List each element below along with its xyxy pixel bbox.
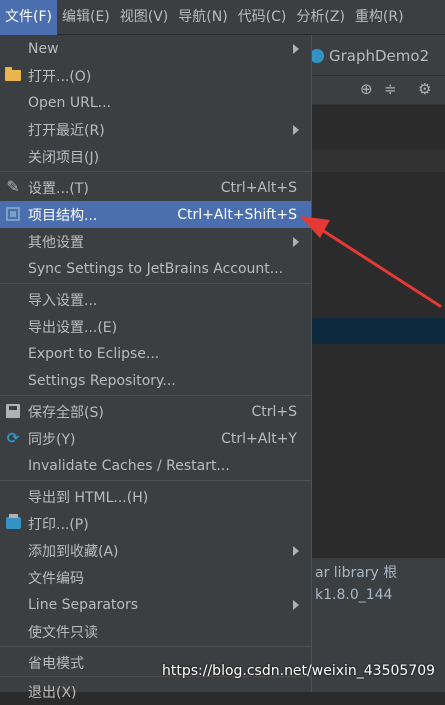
menu-code[interactable]: 代码(C) [233, 0, 292, 35]
menu-item-close-project[interactable]: 关闭项目(J) [0, 143, 311, 170]
submenu-arrow-icon [293, 236, 299, 247]
submenu-arrow-icon [293, 545, 299, 556]
watermark-text: https://blog.csdn.net/weixin_43505709 [162, 663, 436, 679]
menu-item-sync-settings[interactable]: Sync Settings to JetBrains Account... [0, 255, 311, 282]
collapse-icon[interactable]: ≑ [384, 80, 397, 98]
editor-tab-label: GraphDemo2 [329, 47, 430, 65]
sync-icon: ⟳ [6, 429, 20, 447]
file-menu-dropdown: New 打开...(O) Open URL... 打开最近(R) 关闭项目(J)… [0, 35, 312, 701]
menu-navigate[interactable]: 导航(N) [173, 0, 232, 35]
menu-item-open-recent[interactable]: 打开最近(R) [0, 116, 311, 143]
menu-item-import-settings[interactable]: 导入设置... [0, 286, 311, 313]
menu-separator [0, 480, 311, 481]
menu-item-print[interactable]: 打印...(P) [0, 510, 311, 537]
submenu-arrow-icon [293, 43, 299, 54]
menu-separator [0, 646, 311, 647]
jdk-version-text: k1.8.0_144 [315, 587, 393, 603]
menu-refactor[interactable]: 重构(R) [350, 0, 409, 35]
submenu-arrow-icon [293, 599, 299, 610]
submenu-arrow-icon [293, 124, 299, 135]
menu-item-add-to-favorites[interactable]: 添加到收藏(A) [0, 537, 311, 564]
save-icon [4, 402, 22, 420]
menu-separator [0, 395, 311, 396]
class-icon [310, 49, 324, 63]
main-menubar: 文件(F) 编辑(E) 视图(V) 导航(N) 代码(C) 分析(Z) 重构(R… [0, 0, 445, 35]
menu-item-other-settings[interactable]: 其他设置 [0, 228, 311, 255]
menu-item-invalidate-caches[interactable]: Invalidate Caches / Restart... [0, 452, 311, 479]
menu-item-export-settings[interactable]: 导出设置...(E) [0, 313, 311, 340]
menu-item-export-eclipse[interactable]: Export to Eclipse... [0, 340, 311, 367]
menu-separator [0, 171, 311, 172]
editor-tab-bar: GraphDemo2 [310, 35, 445, 76]
project-toolbar: ⊕ ≑ ⚙ [312, 76, 445, 105]
menu-item-new[interactable]: New [0, 35, 311, 62]
menu-file[interactable]: 文件(F) [0, 0, 57, 35]
locate-icon[interactable]: ⊕ [360, 80, 373, 98]
menu-analyze[interactable]: 分析(Z) [291, 0, 350, 35]
project-structure-icon [4, 205, 22, 223]
menu-item-file-encoding[interactable]: 文件编码 [0, 564, 311, 591]
menu-item-project-structure[interactable]: 项目结构... Ctrl+Alt+Shift+S [0, 201, 311, 228]
menu-item-open-url[interactable]: Open URL... [0, 89, 311, 116]
tree-row-selected [312, 318, 445, 344]
menu-separator [0, 283, 311, 284]
library-root-text: ar library 根 [315, 565, 398, 581]
menu-item-line-separators[interactable]: Line Separators [0, 591, 311, 618]
gear-icon[interactable]: ⚙ [418, 80, 431, 98]
menu-item-export-html[interactable]: 导出到 HTML...(H) [0, 483, 311, 510]
menu-view[interactable]: 视图(V) [115, 0, 174, 35]
editor-tab[interactable]: GraphDemo2 [310, 40, 430, 72]
menu-edit[interactable]: 编辑(E) [57, 0, 115, 35]
tree-row-highlight [312, 150, 445, 172]
menu-item-settings[interactable]: ✎ 设置...(T) Ctrl+Alt+S [0, 174, 311, 201]
menu-item-settings-repository[interactable]: Settings Repository... [0, 367, 311, 394]
folder-icon [4, 66, 22, 84]
print-icon [4, 514, 22, 532]
menu-item-open[interactable]: 打开...(O) [0, 62, 311, 89]
menu-item-synchronize[interactable]: ⟳ 同步(Y) Ctrl+Alt+Y [0, 425, 311, 452]
wrench-icon: ✎ [6, 177, 20, 196]
menu-item-make-read-only[interactable]: 使文件只读 [0, 618, 311, 645]
menu-item-save-all[interactable]: 保存全部(S) Ctrl+S [0, 398, 311, 425]
